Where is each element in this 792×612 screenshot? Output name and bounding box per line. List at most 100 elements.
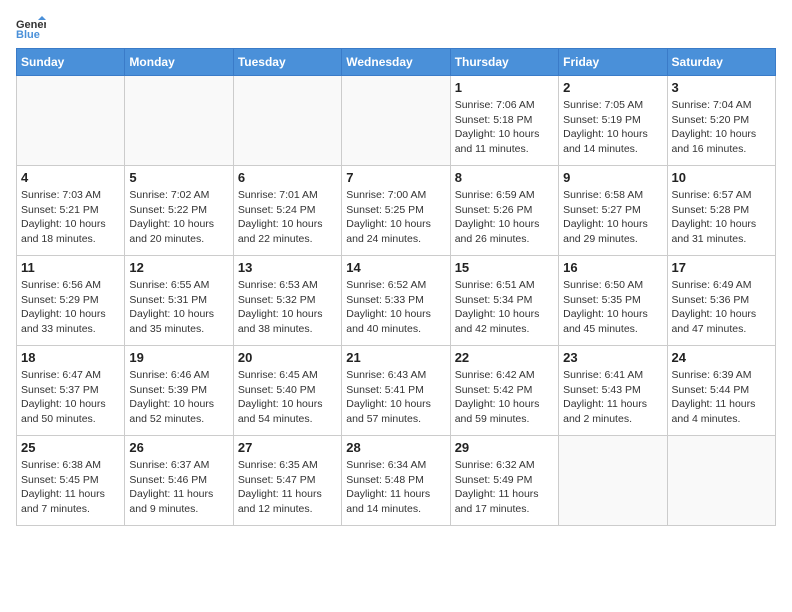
day-info: Sunrise: 7:00 AM Sunset: 5:25 PM Dayligh…	[346, 188, 445, 247]
week-row-2: 4 Sunrise: 7:03 AM Sunset: 5:21 PM Daylig…	[17, 166, 776, 256]
day-cell	[342, 76, 450, 166]
day-info: Sunrise: 6:37 AM Sunset: 5:46 PM Dayligh…	[129, 458, 228, 517]
day-number: 2	[563, 80, 662, 95]
day-cell: 10 Sunrise: 6:57 AM Sunset: 5:28 PM Dayli…	[667, 166, 775, 256]
day-info: Sunrise: 6:49 AM Sunset: 5:36 PM Dayligh…	[672, 278, 771, 337]
day-number: 27	[238, 440, 337, 455]
day-cell: 29 Sunrise: 6:32 AM Sunset: 5:49 PM Dayli…	[450, 436, 558, 526]
day-cell: 15 Sunrise: 6:51 AM Sunset: 5:34 PM Dayli…	[450, 256, 558, 346]
day-header-wednesday: Wednesday	[342, 49, 450, 76]
day-info: Sunrise: 6:43 AM Sunset: 5:41 PM Dayligh…	[346, 368, 445, 427]
day-number: 25	[21, 440, 120, 455]
week-row-4: 18Sunrise: 6:47 AM Sunset: 5:37 PM Dayli…	[17, 346, 776, 436]
day-cell	[17, 76, 125, 166]
day-info: Sunrise: 6:59 AM Sunset: 5:26 PM Dayligh…	[455, 188, 554, 247]
day-number: 29	[455, 440, 554, 455]
day-info: Sunrise: 6:35 AM Sunset: 5:47 PM Dayligh…	[238, 458, 337, 517]
day-info: Sunrise: 6:41 AM Sunset: 5:43 PM Dayligh…	[563, 368, 662, 427]
day-number: 13	[238, 260, 337, 275]
logo-icon: General Blue	[16, 16, 46, 40]
day-number: 21	[346, 350, 445, 365]
day-header-monday: Monday	[125, 49, 233, 76]
day-info: Sunrise: 7:04 AM Sunset: 5:20 PM Dayligh…	[672, 98, 771, 157]
day-info: Sunrise: 6:46 AM Sunset: 5:39 PM Dayligh…	[129, 368, 228, 427]
day-header-friday: Friday	[559, 49, 667, 76]
days-header-row: SundayMondayTuesdayWednesdayThursdayFrid…	[17, 49, 776, 76]
day-number: 24	[672, 350, 771, 365]
calendar-body: 1 Sunrise: 7:06 AM Sunset: 5:18 PM Daylig…	[17, 76, 776, 526]
day-cell: 20 Sunrise: 6:45 AM Sunset: 5:40 PM Dayli…	[233, 346, 341, 436]
day-info: Sunrise: 6:42 AM Sunset: 5:42 PM Dayligh…	[455, 368, 554, 427]
day-cell	[559, 436, 667, 526]
day-number: 19	[129, 350, 228, 365]
day-cell: 22 Sunrise: 6:42 AM Sunset: 5:42 PM Dayli…	[450, 346, 558, 436]
day-info: Sunrise: 6:53 AM Sunset: 5:32 PM Dayligh…	[238, 278, 337, 337]
day-header-sunday: Sunday	[17, 49, 125, 76]
day-info: Sunrise: 6:52 AM Sunset: 5:33 PM Dayligh…	[346, 278, 445, 337]
day-info: Sunrise: 7:06 AM Sunset: 5:18 PM Dayligh…	[455, 98, 554, 157]
week-row-1: 1 Sunrise: 7:06 AM Sunset: 5:18 PM Daylig…	[17, 76, 776, 166]
header: General Blue	[16, 16, 776, 40]
day-info: Sunrise: 7:02 AM Sunset: 5:22 PM Dayligh…	[129, 188, 228, 247]
day-number: 4	[21, 170, 120, 185]
day-cell: 6 Sunrise: 7:01 AM Sunset: 5:24 PM Daylig…	[233, 166, 341, 256]
day-cell: 18Sunrise: 6:47 AM Sunset: 5:37 PM Dayli…	[17, 346, 125, 436]
day-info: Sunrise: 6:47 AM Sunset: 5:37 PM Dayligh…	[21, 368, 120, 427]
day-number: 6	[238, 170, 337, 185]
day-info: Sunrise: 6:56 AM Sunset: 5:29 PM Dayligh…	[21, 278, 120, 337]
day-cell: 27 Sunrise: 6:35 AM Sunset: 5:47 PM Dayli…	[233, 436, 341, 526]
day-number: 28	[346, 440, 445, 455]
day-cell: 23Sunrise: 6:41 AM Sunset: 5:43 PM Dayli…	[559, 346, 667, 436]
day-cell: 2 Sunrise: 7:05 AM Sunset: 5:19 PM Daylig…	[559, 76, 667, 166]
day-number: 26	[129, 440, 228, 455]
day-cell: 9Sunrise: 6:58 AM Sunset: 5:27 PM Daylig…	[559, 166, 667, 256]
day-info: Sunrise: 7:05 AM Sunset: 5:19 PM Dayligh…	[563, 98, 662, 157]
day-cell: 21 Sunrise: 6:43 AM Sunset: 5:41 PM Dayli…	[342, 346, 450, 436]
day-cell: 14Sunrise: 6:52 AM Sunset: 5:33 PM Dayli…	[342, 256, 450, 346]
day-cell: 19 Sunrise: 6:46 AM Sunset: 5:39 PM Dayli…	[125, 346, 233, 436]
day-cell: 12Sunrise: 6:55 AM Sunset: 5:31 PM Dayli…	[125, 256, 233, 346]
week-row-3: 11Sunrise: 6:56 AM Sunset: 5:29 PM Dayli…	[17, 256, 776, 346]
day-cell: 25Sunrise: 6:38 AM Sunset: 5:45 PM Dayli…	[17, 436, 125, 526]
day-info: Sunrise: 6:50 AM Sunset: 5:35 PM Dayligh…	[563, 278, 662, 337]
logo: General Blue	[16, 16, 50, 40]
day-cell: 11Sunrise: 6:56 AM Sunset: 5:29 PM Dayli…	[17, 256, 125, 346]
day-cell	[667, 436, 775, 526]
day-info: Sunrise: 7:03 AM Sunset: 5:21 PM Dayligh…	[21, 188, 120, 247]
day-number: 15	[455, 260, 554, 275]
day-info: Sunrise: 6:34 AM Sunset: 5:48 PM Dayligh…	[346, 458, 445, 517]
day-info: Sunrise: 6:32 AM Sunset: 5:49 PM Dayligh…	[455, 458, 554, 517]
svg-text:Blue: Blue	[16, 29, 40, 40]
day-info: Sunrise: 7:01 AM Sunset: 5:24 PM Dayligh…	[238, 188, 337, 247]
day-info: Sunrise: 6:51 AM Sunset: 5:34 PM Dayligh…	[455, 278, 554, 337]
day-header-tuesday: Tuesday	[233, 49, 341, 76]
day-header-thursday: Thursday	[450, 49, 558, 76]
day-number: 20	[238, 350, 337, 365]
day-cell	[125, 76, 233, 166]
day-number: 9	[563, 170, 662, 185]
week-row-5: 25Sunrise: 6:38 AM Sunset: 5:45 PM Dayli…	[17, 436, 776, 526]
day-number: 5	[129, 170, 228, 185]
day-number: 1	[455, 80, 554, 95]
day-info: Sunrise: 6:39 AM Sunset: 5:44 PM Dayligh…	[672, 368, 771, 427]
day-cell: 13 Sunrise: 6:53 AM Sunset: 5:32 PM Dayli…	[233, 256, 341, 346]
day-cell: 1 Sunrise: 7:06 AM Sunset: 5:18 PM Daylig…	[450, 76, 558, 166]
day-number: 22	[455, 350, 554, 365]
day-number: 12	[129, 260, 228, 275]
day-cell: 7 Sunrise: 7:00 AM Sunset: 5:25 PM Daylig…	[342, 166, 450, 256]
day-cell: 5 Sunrise: 7:02 AM Sunset: 5:22 PM Daylig…	[125, 166, 233, 256]
calendar: SundayMondayTuesdayWednesdayThursdayFrid…	[16, 48, 776, 526]
day-info: Sunrise: 6:45 AM Sunset: 5:40 PM Dayligh…	[238, 368, 337, 427]
day-cell: 26 Sunrise: 6:37 AM Sunset: 5:46 PM Dayli…	[125, 436, 233, 526]
day-number: 7	[346, 170, 445, 185]
day-number: 16	[563, 260, 662, 275]
day-number: 8	[455, 170, 554, 185]
day-cell: 16 Sunrise: 6:50 AM Sunset: 5:35 PM Dayli…	[559, 256, 667, 346]
day-cell: 8 Sunrise: 6:59 AM Sunset: 5:26 PM Daylig…	[450, 166, 558, 256]
day-cell: 28 Sunrise: 6:34 AM Sunset: 5:48 PM Dayli…	[342, 436, 450, 526]
day-cell: 24 Sunrise: 6:39 AM Sunset: 5:44 PM Dayli…	[667, 346, 775, 436]
day-cell: 17Sunrise: 6:49 AM Sunset: 5:36 PM Dayli…	[667, 256, 775, 346]
day-number: 3	[672, 80, 771, 95]
day-info: Sunrise: 6:57 AM Sunset: 5:28 PM Dayligh…	[672, 188, 771, 247]
day-number: 10	[672, 170, 771, 185]
